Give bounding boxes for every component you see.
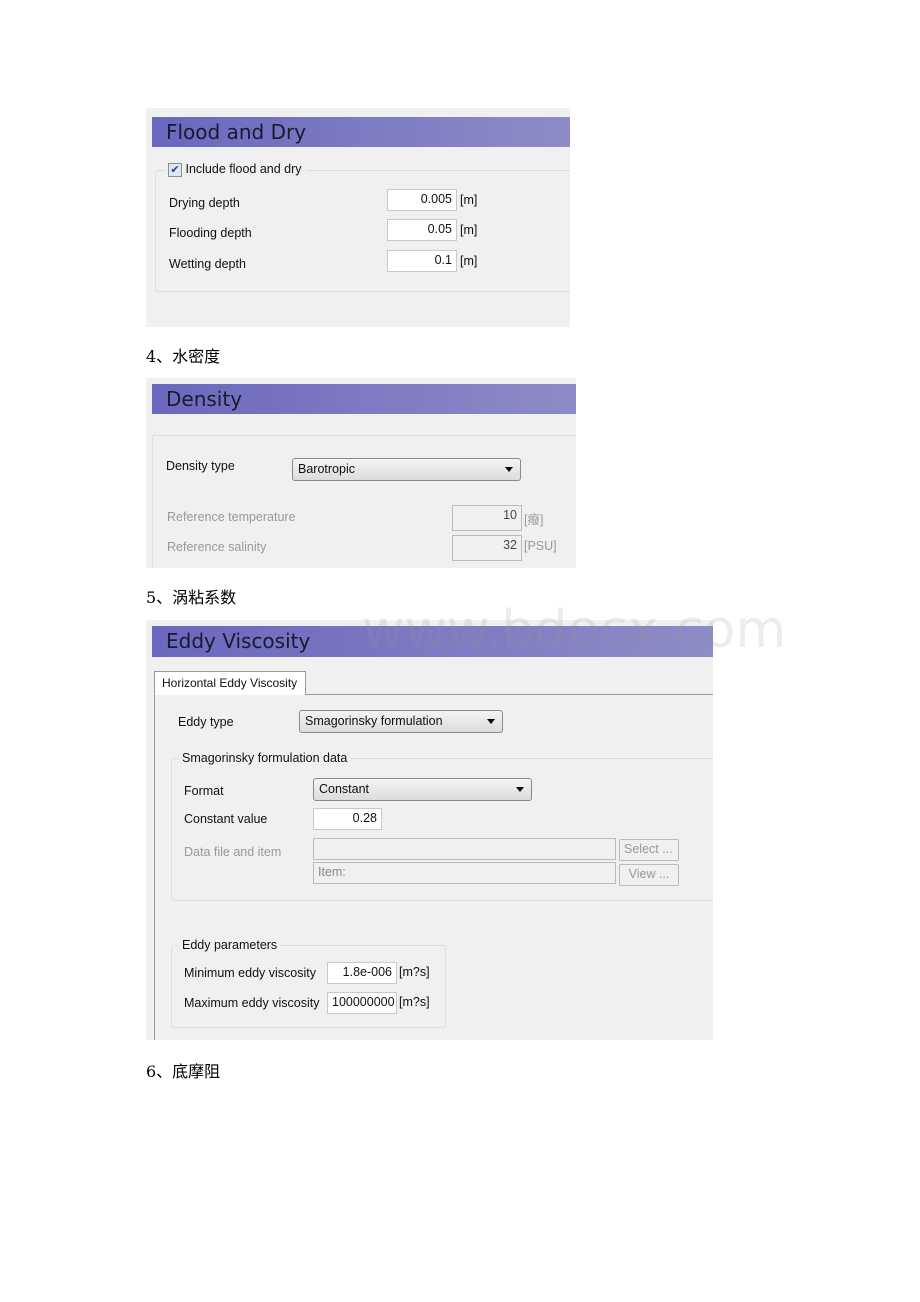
constant-value-label: Constant value	[184, 812, 268, 826]
eddy-type-label: Eddy type	[178, 715, 234, 729]
document-page: Flood and Dry ✔ Include flood and dry Dr…	[0, 0, 920, 1302]
panel-title: Density	[166, 387, 243, 411]
data-file-label: Data file and item	[184, 845, 282, 859]
panel-title: Flood and Dry	[166, 120, 307, 144]
watermark: www.bdocx.com	[362, 600, 787, 660]
chevron-down-icon	[516, 787, 524, 792]
drying-depth-label: Drying depth	[169, 196, 240, 210]
min-eddy-viscosity-label: Minimum eddy viscosity	[184, 966, 316, 980]
include-flood-dry-checkbox[interactable]: ✔ Include flood and dry	[166, 162, 306, 177]
dropdown-value: Barotropic	[298, 462, 355, 476]
dropdown-value: Constant	[319, 782, 370, 796]
reference-temperature-input[interactable]: 10	[452, 505, 522, 531]
section-heading-bed-resistance: 6、底摩阻	[146, 1062, 221, 1081]
flood-dry-panel: Flood and Dry ✔ Include flood and dry Dr…	[146, 108, 570, 327]
panel-title: Eddy Viscosity	[166, 629, 311, 653]
checkbox-label: Include flood and dry	[185, 162, 302, 176]
unit-label: [m?s]	[399, 965, 430, 979]
density-type-label: Density type	[166, 459, 235, 473]
unit-label: [m]	[460, 223, 478, 237]
smagorinsky-group-label: Smagorinsky formulation data	[179, 751, 351, 765]
reference-temperature-label: Reference temperature	[167, 510, 296, 524]
section-heading-eddy: 5、涡粘系数	[146, 588, 237, 607]
unit-label: [m?s]	[399, 995, 430, 1009]
item-input[interactable]: Item:	[313, 862, 616, 884]
select-button[interactable]: Select ...	[619, 839, 679, 861]
eddy-params-group-label: Eddy parameters	[179, 938, 281, 952]
density-panel: Density Density type Barotropic Referenc…	[146, 378, 576, 568]
reference-salinity-input[interactable]: 32	[452, 535, 522, 561]
max-eddy-viscosity-label: Maximum eddy viscosity	[184, 996, 320, 1010]
section-heading-density: 4、水密度	[146, 347, 221, 366]
format-label: Format	[184, 784, 224, 798]
flooding-depth-input[interactable]: 0.05	[387, 219, 457, 241]
checkbox-check-icon[interactable]: ✔	[168, 162, 182, 177]
eddy-viscosity-panel: Eddy Viscosity Horizontal Eddy Viscosity…	[146, 620, 713, 1040]
unit-label: [m]	[460, 193, 478, 207]
chevron-down-icon	[505, 467, 513, 472]
unit-label: [PSU]	[524, 539, 557, 553]
min-eddy-viscosity-input[interactable]: 1.8e-006	[327, 962, 397, 984]
reference-salinity-label: Reference salinity	[167, 540, 267, 554]
view-button[interactable]: View ...	[619, 864, 679, 886]
unit-label: [癈]	[524, 513, 544, 527]
tab-horizontal-eddy-viscosity[interactable]: Horizontal Eddy Viscosity	[154, 671, 307, 695]
data-file-input[interactable]	[313, 838, 616, 860]
flooding-depth-label: Flooding depth	[169, 226, 252, 240]
chevron-down-icon	[487, 719, 495, 724]
flood-dry-header: Flood and Dry	[152, 117, 570, 147]
constant-value-input[interactable]: 0.28	[313, 808, 382, 830]
density-header: Density	[152, 384, 576, 414]
max-eddy-viscosity-input[interactable]: 100000000	[327, 992, 397, 1014]
wetting-depth-label: Wetting depth	[169, 257, 246, 271]
drying-depth-input[interactable]: 0.005	[387, 189, 457, 211]
unit-label: [m]	[460, 254, 478, 268]
eddy-params-group	[171, 945, 446, 1028]
eddy-type-dropdown[interactable]: Smagorinsky formulation	[299, 710, 503, 733]
density-type-dropdown[interactable]: Barotropic	[292, 458, 521, 481]
format-dropdown[interactable]: Constant	[313, 778, 532, 801]
dropdown-value: Smagorinsky formulation	[305, 714, 443, 728]
wetting-depth-input[interactable]: 0.1	[387, 250, 457, 272]
